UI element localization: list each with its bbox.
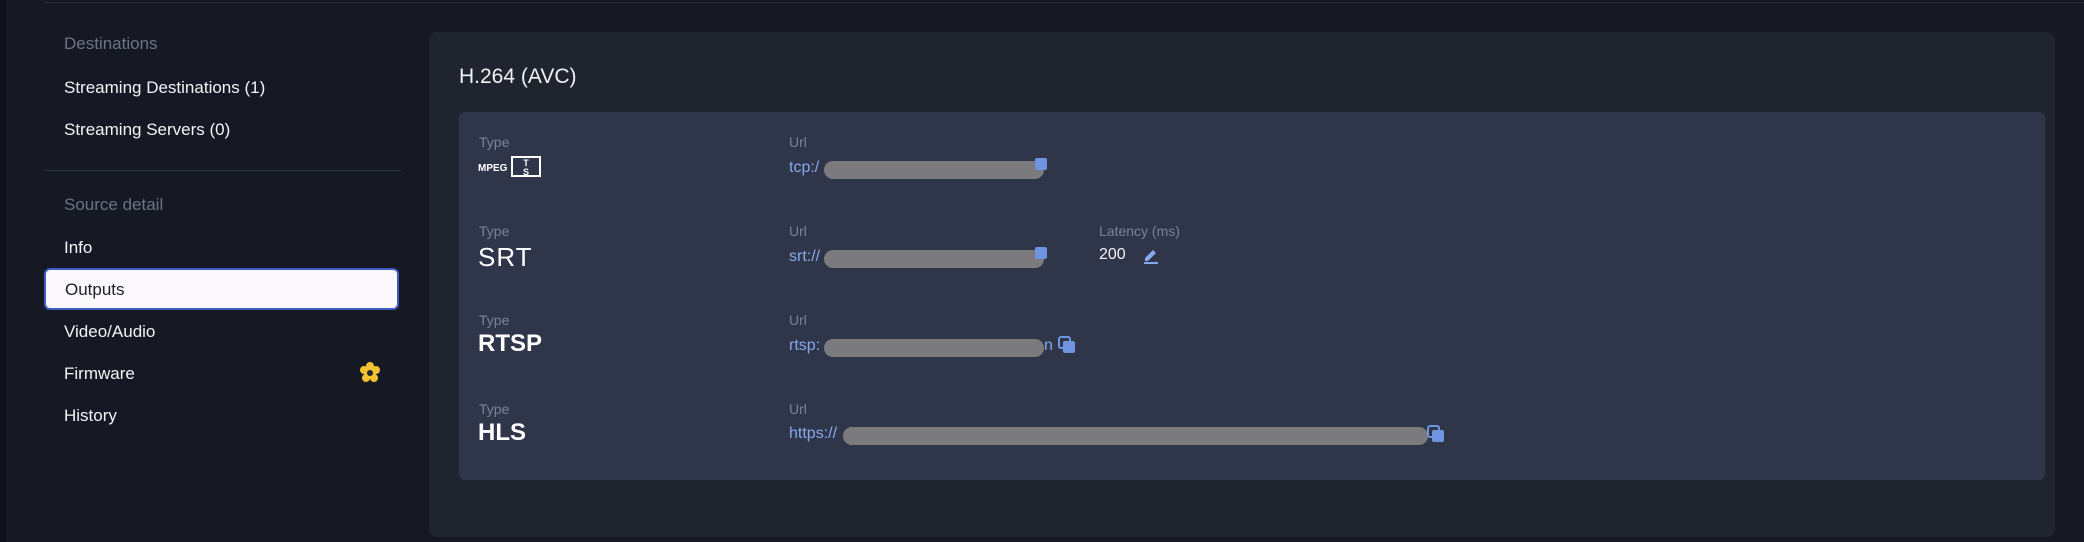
copy-icon[interactable]: [1035, 247, 1047, 259]
type-label: Type: [479, 401, 510, 417]
url-label: Url: [789, 312, 807, 328]
tcp-url-link[interactable]: tcp:/: [789, 159, 819, 177]
sidebar-item-outputs[interactable]: Outputs: [44, 268, 399, 310]
rtsp-url-link[interactable]: rtsp:: [789, 337, 820, 355]
url-label: Url: [789, 401, 807, 417]
sidebar: Destinations Streaming Destinations (1) …: [44, 0, 401, 542]
type-label: Type: [479, 312, 510, 328]
rtsp-type-text: RTSP: [478, 330, 543, 357]
srt-logo-icon: SRT: [478, 245, 533, 269]
copy-icon[interactable]: [1035, 158, 1047, 170]
redacted-url: [824, 339, 1044, 357]
panel-title: H.264 (AVC): [459, 65, 577, 88]
rtsp-url-suffix: n: [1044, 337, 1053, 354]
edit-pencil-icon[interactable]: [1142, 246, 1160, 264]
outputs-card: Type MPEG T S Url tcp:/ Type SRT Url srt…: [459, 112, 2045, 480]
sidebar-item-streaming-servers[interactable]: Streaming Servers (0): [64, 120, 230, 140]
sidebar-item-info[interactable]: Info: [64, 238, 92, 258]
redacted-url: [824, 161, 1044, 179]
redacted-url: [824, 250, 1044, 268]
url-label: Url: [789, 223, 807, 239]
sidebar-item-streaming-destinations[interactable]: Streaming Destinations (1): [64, 78, 265, 98]
srt-url-link[interactable]: srt://: [789, 248, 820, 266]
latency-label: Latency (ms): [1099, 223, 1180, 239]
sidebar-item-outputs-label: Outputs: [65, 280, 125, 299]
gear-badge-icon: [360, 362, 380, 382]
url-label: Url: [789, 134, 807, 150]
sidebar-divider: [44, 170, 401, 171]
type-label: Type: [479, 223, 510, 239]
window-edge: [0, 0, 6, 542]
redacted-url: [843, 427, 1428, 445]
mpeg-ts-logo-icon: MPEG T S: [478, 156, 541, 177]
destinations-section-label: Destinations: [64, 34, 158, 53]
hls-type-text: HLS: [478, 419, 526, 446]
srt-logo-text: SRT: [478, 245, 533, 269]
svg-text:MPEG: MPEG: [478, 163, 508, 174]
svg-text:S: S: [523, 167, 529, 177]
latency-value: 200: [1099, 246, 1126, 263]
sidebar-item-history[interactable]: History: [64, 406, 117, 426]
sidebar-item-video-audio[interactable]: Video/Audio: [64, 322, 155, 342]
source-detail-section-label: Source detail: [64, 195, 164, 214]
copy-icon[interactable]: [1427, 425, 1445, 443]
copy-icon[interactable]: [1058, 336, 1076, 354]
outputs-panel: H.264 (AVC) Type MPEG T S Url tcp:/ Type…: [429, 32, 2055, 537]
hls-url-link[interactable]: https://: [789, 425, 837, 443]
sidebar-item-firmware[interactable]: Firmware: [64, 364, 135, 384]
type-label: Type: [479, 134, 510, 150]
